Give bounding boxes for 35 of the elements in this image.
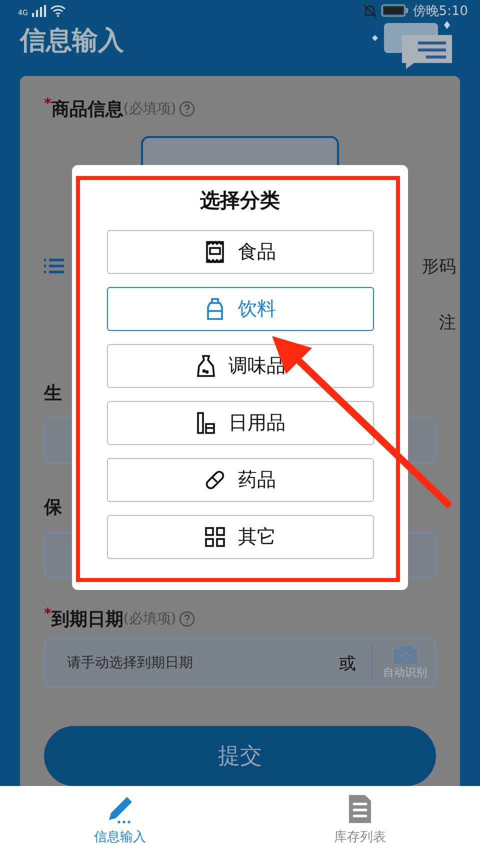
camera-icon [392,645,418,665]
clock-time: 傍晚5:10 [412,2,468,20]
document-icon [347,794,373,824]
field-label: 生 [44,382,62,406]
category-option[interactable]: 其它 [106,515,374,559]
dialog-title: 选择分类 [200,187,280,214]
bottles-icon [194,411,216,435]
field-label: 保 [44,496,62,520]
sack-icon [194,354,216,378]
category-option[interactable]: 药品 [106,458,374,502]
date-field[interactable]: 请手动选择到期日期 或 自动识别 [44,638,436,688]
battery-icon [380,4,409,18]
bell-off-icon [362,4,377,18]
label-text: 形码 [422,256,456,278]
category-option[interactable]: 饮料 [106,287,374,331]
required-mark: * [44,606,52,622]
category-option[interactable]: 调味品 [106,344,374,388]
list-icon [44,258,64,274]
submit-button[interactable]: 提交 [44,726,436,786]
or-label: 或 [339,652,356,674]
label-text: 注 [439,312,456,334]
required-mark: * [44,96,52,112]
snack-bag-icon [204,240,226,264]
page-title: 信息输入 [20,25,124,58]
category-option[interactable]: 食品 [106,230,374,274]
field-label: 商品信息 [51,98,124,121]
help-icon[interactable] [179,101,196,117]
help-icon[interactable] [179,611,196,627]
pill-icon [204,468,226,492]
signal-icon [32,4,46,17]
field-label: 到期日期 [51,608,124,631]
bottle-icon [204,297,226,321]
category-option[interactable]: 日用品 [106,401,374,445]
wifi-icon [50,4,66,17]
grid-icon [204,525,226,549]
